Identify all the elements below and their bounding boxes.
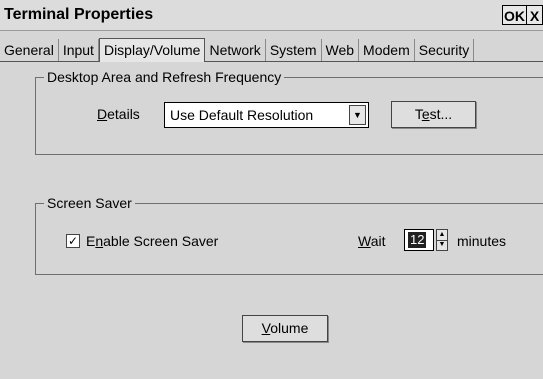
tab-system[interactable]: System (266, 39, 322, 61)
wait-minutes-input[interactable]: 12 (404, 229, 434, 251)
desktop-area-group-title: Desktop Area and Refresh Frequency (44, 68, 285, 86)
wait-minutes-stepper[interactable]: ▲ ▼ (436, 229, 448, 251)
details-dropdown-value: Use Default Resolution (170, 107, 314, 123)
enable-screen-saver-label[interactable]: Enable Screen Saver (86, 233, 218, 249)
tab-input[interactable]: Input (59, 39, 99, 61)
test-button[interactable]: Test... (391, 101, 476, 128)
details-label: Details (97, 106, 140, 122)
screen-saver-group-title: Screen Saver (44, 194, 135, 212)
tab-bar: General Input Display/Volume Network Sys… (0, 38, 543, 62)
screen-saver-group: Screen Saver ✓ Enable Screen Saver Wait … (35, 194, 543, 275)
desktop-area-group: Desktop Area and Refresh Frequency Detai… (35, 68, 543, 155)
tab-network[interactable]: Network (205, 39, 266, 61)
details-dropdown[interactable]: Use Default Resolution ▼ (164, 102, 369, 128)
wait-label: Wait (358, 233, 386, 249)
window-title: Terminal Properties (4, 6, 154, 23)
wait-minutes-value: 12 (408, 232, 427, 248)
title-bar: Terminal Properties OK X (0, 0, 543, 31)
tab-display-volume[interactable]: Display/Volume (98, 38, 206, 62)
close-button[interactable]: X (527, 5, 543, 25)
enable-screen-saver-checkbox[interactable]: ✓ (66, 234, 80, 248)
volume-button[interactable]: Volume (242, 315, 328, 342)
ok-button[interactable]: OK (502, 5, 527, 25)
chevron-down-icon[interactable]: ▼ (349, 105, 366, 125)
minutes-label: minutes (457, 233, 507, 249)
tab-security[interactable]: Security (415, 39, 475, 61)
tab-web[interactable]: Web (322, 39, 360, 61)
tab-divider (0, 61, 543, 62)
tab-general[interactable]: General (0, 39, 59, 61)
tab-modem[interactable]: Modem (359, 39, 415, 61)
triangle-down-icon[interactable]: ▼ (437, 240, 447, 250)
